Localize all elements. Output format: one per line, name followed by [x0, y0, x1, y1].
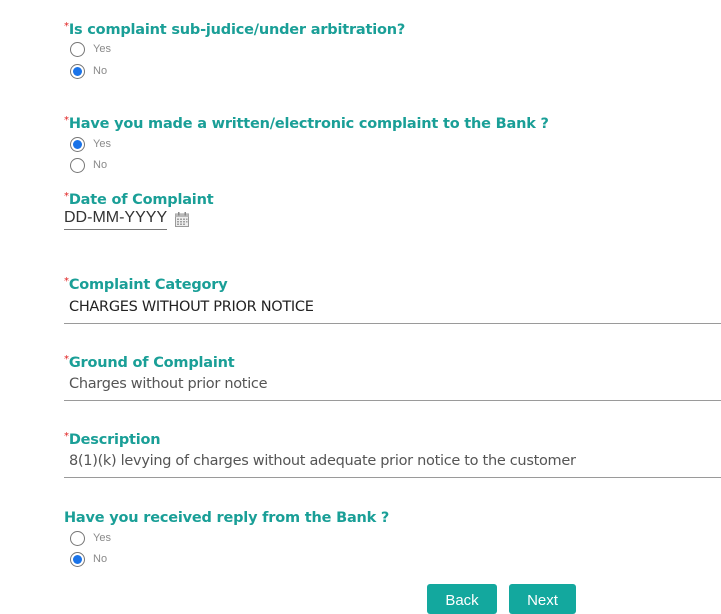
- radio-label: Yes: [93, 43, 111, 55]
- received-reply-label: Have you received reply from the Bank ?: [64, 510, 390, 526]
- written-complaint-yes-radio[interactable]: [70, 136, 85, 152]
- ground-of-complaint-select[interactable]: Charges without prior notice: [64, 374, 721, 401]
- description-value: 8(1)(k) levying of charges without adequ…: [69, 453, 576, 469]
- date-of-complaint-field[interactable]: DD-MM-YYYY: [64, 208, 190, 230]
- written-complaint-question: *Have you made a written/electronic comp…: [64, 115, 549, 132]
- complaint-category-label: Complaint Category: [68, 277, 228, 293]
- calendar-icon[interactable]: [175, 212, 190, 227]
- radio-label: No: [93, 159, 108, 171]
- radio-label: Yes: [93, 138, 111, 150]
- received-reply-no-radio[interactable]: [70, 551, 85, 567]
- sub-judice-no-option[interactable]: No: [70, 61, 107, 81]
- written-complaint-no-radio[interactable]: [70, 157, 85, 173]
- date-of-complaint-question: *Date of Complaint: [64, 191, 214, 208]
- written-complaint-label: Have you made a written/electronic compl…: [68, 116, 549, 132]
- written-complaint-yes-option[interactable]: Yes: [70, 134, 111, 154]
- received-reply-yes-radio[interactable]: [70, 530, 85, 546]
- complaint-category-select[interactable]: CHARGES WITHOUT PRIOR NOTICE: [64, 297, 721, 324]
- sub-judice-no-radio[interactable]: [70, 63, 85, 79]
- sub-judice-yes-option[interactable]: Yes: [70, 39, 111, 59]
- description-question: *Description: [64, 431, 161, 448]
- sub-judice-label: Is complaint sub-judice/under arbitratio…: [68, 22, 406, 38]
- required-mark: *: [64, 431, 69, 442]
- sub-judice-yes-radio[interactable]: [70, 41, 85, 57]
- ground-of-complaint-label: Ground of Complaint: [68, 355, 235, 371]
- complaint-category-question: *Complaint Category: [64, 276, 228, 293]
- description-select[interactable]: 8(1)(k) levying of charges without adequ…: [64, 451, 721, 478]
- complaint-category-value: CHARGES WITHOUT PRIOR NOTICE: [69, 299, 314, 315]
- written-complaint-no-option[interactable]: No: [70, 155, 107, 175]
- received-reply-yes-option[interactable]: Yes: [70, 528, 111, 548]
- required-mark: *: [64, 276, 69, 287]
- ground-of-complaint-question: *Ground of Complaint: [64, 354, 235, 371]
- back-button[interactable]: Back: [427, 584, 497, 614]
- radio-label: No: [93, 553, 108, 565]
- received-reply-question: Have you received reply from the Bank ?: [64, 510, 389, 526]
- sub-judice-question: *Is complaint sub-judice/under arbitrati…: [64, 21, 406, 38]
- description-label: Description: [68, 432, 161, 448]
- radio-label: No: [93, 65, 108, 77]
- received-reply-no-option[interactable]: No: [70, 549, 107, 569]
- ground-of-complaint-value: Charges without prior notice: [69, 376, 268, 392]
- date-of-complaint-input[interactable]: DD-MM-YYYY: [64, 208, 168, 230]
- radio-label: Yes: [93, 532, 111, 544]
- required-mark: *: [64, 115, 69, 126]
- next-button[interactable]: Next: [509, 584, 576, 614]
- required-mark: *: [64, 191, 69, 202]
- required-mark: *: [64, 354, 69, 365]
- required-mark: *: [64, 21, 69, 32]
- date-of-complaint-label: Date of Complaint: [68, 192, 214, 208]
